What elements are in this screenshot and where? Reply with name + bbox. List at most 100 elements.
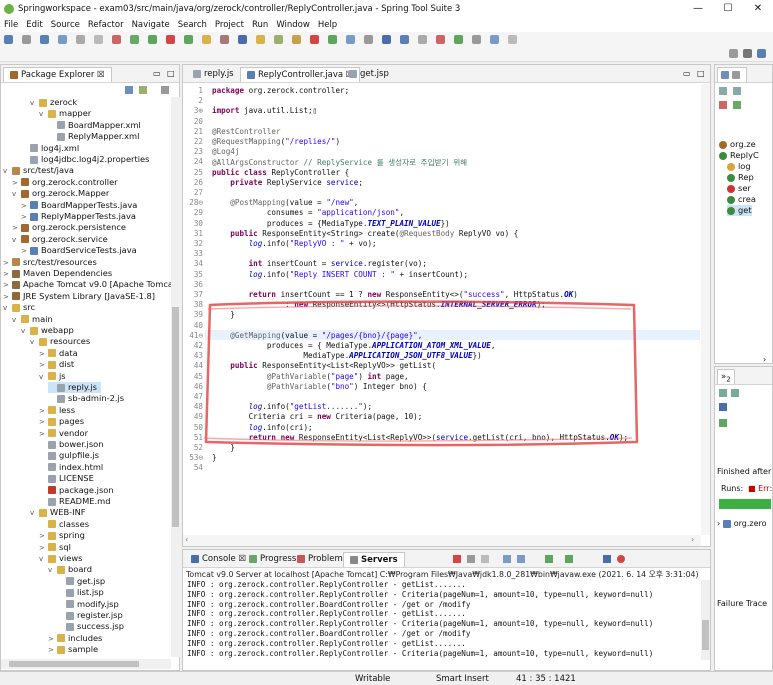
toolbar-icon[interactable] (400, 35, 409, 44)
menu-project[interactable]: Project (215, 20, 244, 30)
open-console-icon[interactable] (603, 555, 611, 563)
chevron-down-icon[interactable]: v (39, 372, 48, 383)
tab-package-explorer[interactable]: Package Explorer ☒ (3, 67, 112, 82)
tree-item[interactable]: > BoardMapperTests.java (21, 200, 137, 211)
tree-item[interactable]: > org.zerock.controller (12, 177, 118, 188)
menu-edit[interactable]: Edit (26, 20, 42, 30)
toolbar-icon[interactable] (364, 35, 373, 44)
scroll-right-icon[interactable]: › (763, 355, 766, 364)
terminate-icon[interactable] (453, 555, 461, 563)
chevron-down-icon[interactable]: v (12, 189, 21, 200)
link-editor-icon[interactable] (139, 86, 147, 94)
toolbar-icon[interactable] (94, 35, 103, 44)
minimize-button[interactable]: — (683, 0, 713, 18)
tree-item[interactable]: success.jsp (57, 621, 124, 632)
toolbar-icon[interactable] (220, 35, 229, 44)
outline-item[interactable]: crea (727, 194, 756, 205)
toolbar-icon[interactable] (418, 35, 427, 44)
maximize-button[interactable]: ☐ (713, 0, 743, 18)
tree-item[interactable]: v WEB-INF (30, 507, 86, 518)
toolbar-icon[interactable] (148, 35, 157, 44)
tree-item[interactable]: list.jsp (57, 587, 104, 598)
toolbar-icon[interactable] (472, 35, 481, 44)
scroll-lock-icon[interactable] (503, 555, 511, 563)
history-icon[interactable] (719, 403, 727, 411)
toolbar-icon[interactable] (130, 35, 139, 44)
tree-item[interactable]: v webapp (21, 325, 74, 336)
toolbar-icon[interactable] (436, 35, 445, 44)
tree-item[interactable]: index.html (39, 462, 103, 473)
tree-item[interactable]: > Apache Tomcat v9.0 [Apache Tomcat (3, 279, 171, 290)
outline-item[interactable]: ReplyC (719, 150, 759, 161)
toolbar-icon[interactable] (40, 35, 49, 44)
toolbar-icon[interactable] (76, 35, 85, 44)
chevron-right-icon[interactable]: > (48, 645, 57, 656)
tree-item[interactable]: bower.json (39, 439, 103, 450)
chevron-down-icon[interactable]: v (30, 98, 39, 109)
toolbar-icon[interactable] (58, 35, 67, 44)
toolbar-icon[interactable] (184, 35, 193, 44)
tree-item[interactable]: v mapper (39, 108, 91, 119)
sort-icon[interactable] (719, 87, 727, 95)
tab-outline[interactable] (717, 67, 747, 82)
toolbar-icon[interactable] (22, 35, 31, 44)
chevron-down-icon[interactable]: v (3, 303, 12, 314)
toolbar-icon[interactable] (292, 35, 301, 44)
tree-item[interactable]: > vendor (39, 428, 88, 439)
tree-item[interactable]: register.jsp (57, 610, 123, 621)
chevron-down-icon[interactable]: v (39, 109, 48, 120)
prev-failure-icon[interactable] (731, 389, 739, 397)
toolbar-icon[interactable] (166, 35, 175, 44)
toolbar-icon[interactable] (454, 35, 463, 44)
maximize-view-icon[interactable]: □ (167, 69, 175, 78)
menu-source[interactable]: Source (51, 20, 80, 30)
toolbar-icon[interactable] (4, 35, 13, 44)
tree-item[interactable]: v org.zerock.Mapper (12, 188, 109, 199)
perspective-icon[interactable] (757, 49, 766, 58)
toolbar-icon[interactable] (328, 35, 337, 44)
tree-item[interactable]: > sample (48, 644, 98, 655)
chevron-down-icon[interactable]: v (30, 508, 39, 519)
outline-item[interactable]: get (727, 205, 752, 217)
toolbar-icon[interactable] (256, 35, 265, 44)
tree-item[interactable]: > ReplyMapperTests.java (21, 211, 136, 222)
tree-item[interactable]: v src (3, 302, 35, 313)
collapse-all-icon[interactable] (125, 86, 133, 94)
view-menu-icon[interactable] (161, 86, 169, 94)
remove-launch-icon[interactable] (467, 555, 475, 563)
scroll-right-icon[interactable]: › (691, 535, 694, 544)
tree-item[interactable]: BoardMapper.xml (48, 120, 141, 131)
tab-junit[interactable]: »2 (717, 369, 735, 384)
menu-file[interactable]: File (4, 20, 18, 30)
tree-item[interactable]: v views (39, 553, 82, 564)
tree-item[interactable]: v resources (30, 336, 90, 347)
explorer-hscroll-thumb[interactable] (9, 661, 139, 667)
tree-item[interactable]: v board (48, 564, 92, 575)
tree-item[interactable]: > includes (48, 633, 102, 644)
tree-item[interactable]: > pages (39, 416, 84, 427)
toolbar-icon[interactable] (112, 35, 121, 44)
minimize-view-icon[interactable]: ▭ (153, 69, 161, 78)
tree-item[interactable]: modify.jsp (57, 599, 119, 610)
tree-item[interactable]: > sql (39, 542, 71, 553)
tree-item[interactable]: README.md (39, 496, 110, 507)
tree-item[interactable]: v main (12, 314, 53, 325)
toolbar-icon[interactable] (490, 35, 499, 44)
console-output[interactable]: INFO : org.zerock.controller.ReplyContro… (183, 580, 700, 660)
tree-item[interactable]: v zerock (30, 97, 77, 108)
display-console-icon[interactable] (565, 555, 573, 563)
maximize-view-icon[interactable]: □ (697, 69, 705, 78)
menu-search[interactable]: Search (178, 20, 207, 30)
tree-item[interactable]: > src/test/resources (3, 257, 97, 268)
tree-item[interactable]: sb-admin-2.js (48, 393, 124, 404)
tree-item[interactable]: v org.zerock.service (12, 234, 108, 245)
tree-item[interactable]: > less (39, 405, 75, 416)
tree-item[interactable]: log4j.xml (21, 143, 79, 154)
tree-item[interactable]: get.jsp (57, 576, 105, 587)
menu-navigate[interactable]: Navigate (132, 20, 170, 30)
rerun-icon[interactable] (719, 419, 727, 427)
tree-item[interactable]: log4jdbc.log4j2.properties (21, 154, 149, 165)
outline-item[interactable]: org.ze (719, 139, 756, 150)
editor-hscrollbar[interactable]: ‹ › (183, 535, 701, 546)
next-failure-icon[interactable] (719, 389, 727, 397)
